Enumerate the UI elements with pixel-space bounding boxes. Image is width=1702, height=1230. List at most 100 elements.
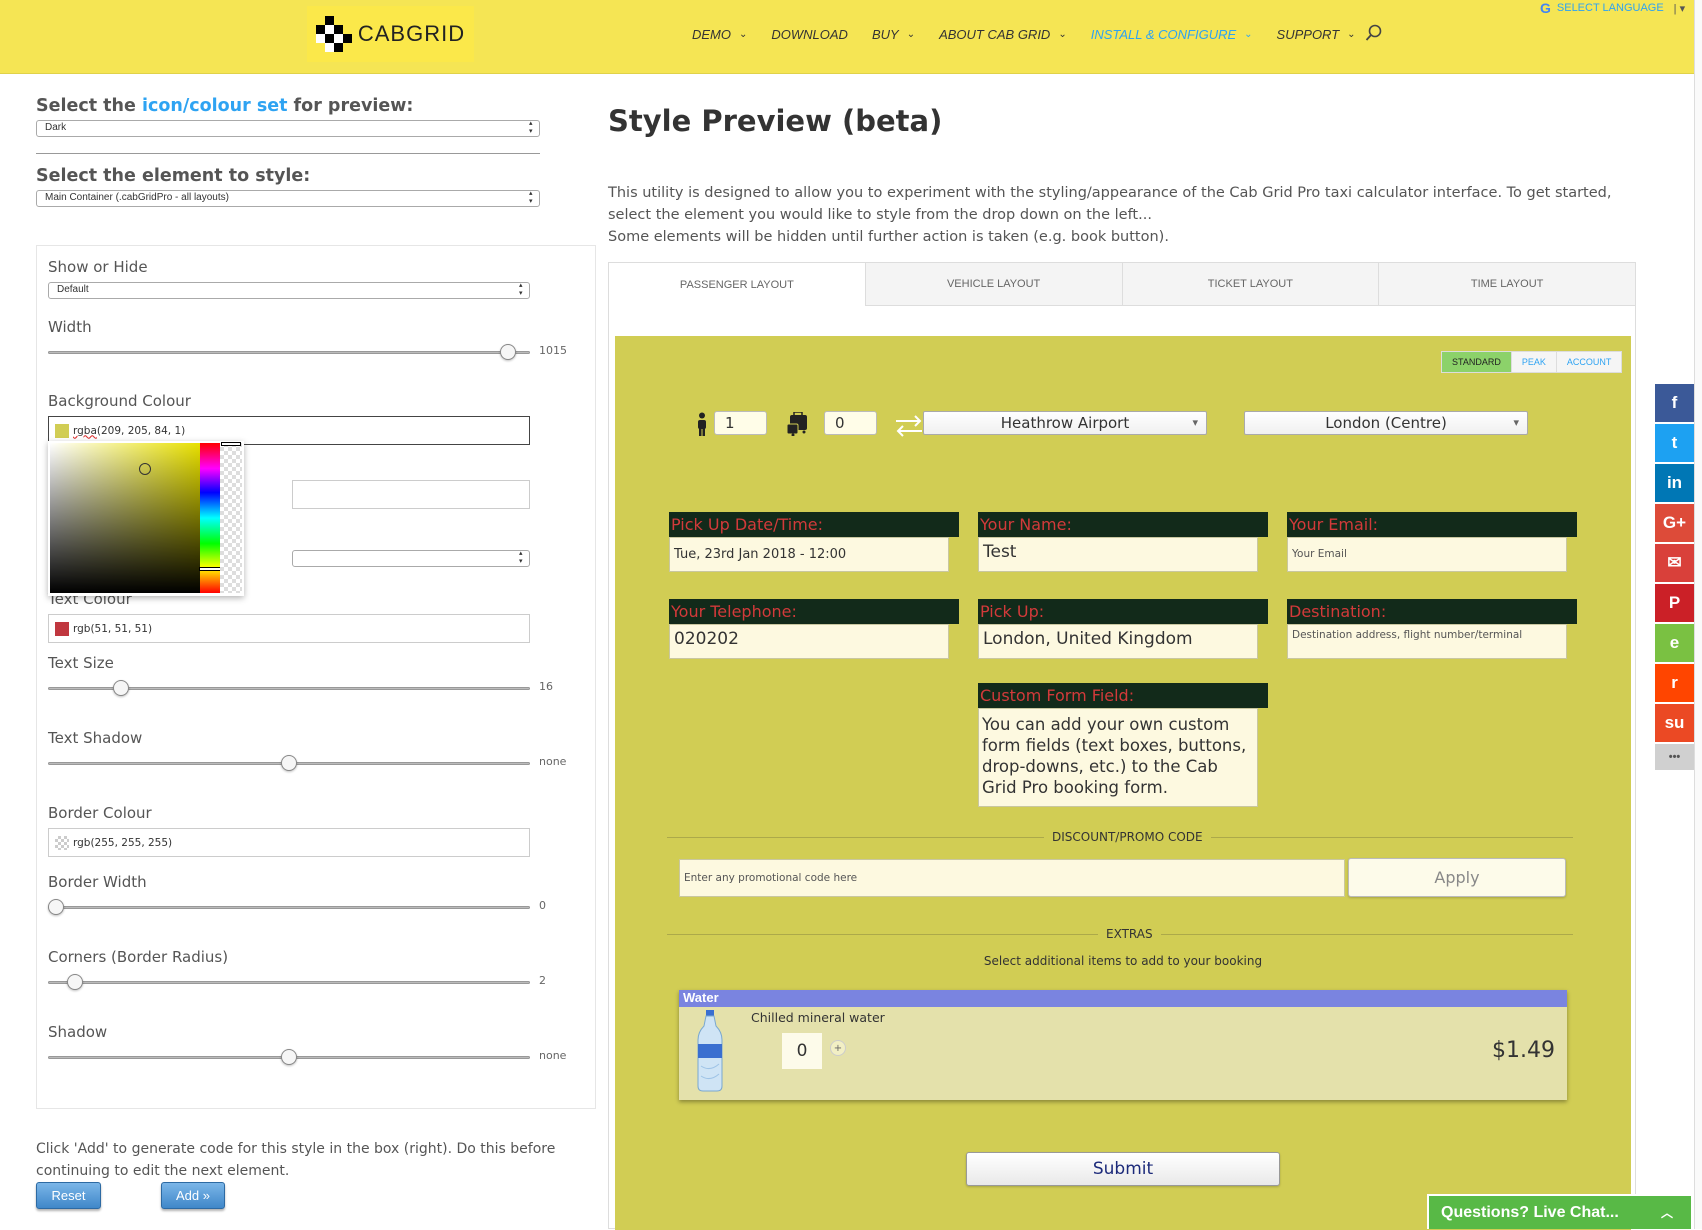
promo-code-input[interactable]: Enter any promotional code here [679,859,1345,897]
cabgrid-logo[interactable]: CABGRID [307,6,474,62]
tab-passenger-layout[interactable]: PASSENGER LAYOUT [609,263,865,306]
destination-location-select[interactable]: London (Centre) [1244,411,1528,435]
language-selector[interactable]: G SELECT LANGUAGE | ▾ [1540,0,1685,16]
nav-item-about-cab-grid[interactable]: ABOUT CAB GRID ⌄ [939,27,1067,42]
luggage-count-input[interactable]: 0 [824,411,877,435]
rate-tab-standard[interactable]: STANDARD [1442,352,1511,372]
email-input[interactable]: Your Email [1287,537,1567,572]
field-label: Shadow [48,1023,108,1041]
text-shadow-field: Text Shadow none [48,729,568,773]
show-hide-select[interactable]: Default [48,282,530,299]
text-size-slider[interactable]: 16 [48,678,553,698]
tab-time-layout[interactable]: TIME LAYOUT [1378,263,1635,306]
chevron-down-icon: ⌄ [739,28,748,40]
stumbleupon-icon[interactable]: su [1655,704,1694,742]
chevron-up-icon: ︿ [1660,1206,1673,1220]
field-label: Your Email: [1287,512,1577,537]
more-icon[interactable]: ••• [1655,744,1694,770]
extra-description: Chilled mineral water [751,1010,885,1025]
email-icon[interactable]: ✉ [1655,544,1694,582]
intro-line-1: This utility is designed to allow you to… [608,185,1612,223]
border-width-field: Border Width 0 [48,873,568,917]
google-plus-icon[interactable]: G+ [1655,504,1694,542]
hidden-colour-input[interactable] [292,480,530,509]
twitter-icon[interactable]: t [1655,424,1694,462]
extra-quantity-input[interactable]: 0 [782,1033,822,1069]
icon-set-heading: Select the icon/colour set for preview: [36,96,414,116]
slider-thumb[interactable] [48,899,64,915]
text-shadow-slider[interactable]: none [48,753,566,773]
width-slider[interactable]: 1015 [48,342,567,362]
page-scrollbar[interactable] [1694,0,1702,1229]
colour-value-prefix: rgba [73,424,97,437]
name-input[interactable]: Test [978,537,1258,572]
slider-value: 1015 [539,344,567,357]
passenger-count-input[interactable]: 1 [714,411,767,435]
live-chat-bar[interactable]: Questions? Live Chat... ︿ [1427,1194,1693,1229]
add-button[interactable]: Add » [161,1182,225,1209]
telephone-input[interactable]: 020202 [669,624,949,659]
slider-thumb[interactable] [281,1049,297,1065]
tab-vehicle-layout[interactable]: VEHICLE LAYOUT [864,263,1122,306]
apply-button[interactable]: Apply [1348,858,1566,897]
shadow-field: Shadow none [48,1023,568,1067]
search-icon[interactable] [1365,24,1383,42]
picker-cursor[interactable] [139,463,151,475]
field-label: Pick Up Date/Time: [669,512,959,537]
swap-direction-icon[interactable] [894,414,924,438]
slider-thumb[interactable] [281,755,297,771]
pickup-address-input[interactable]: London, United Kingdom [978,624,1258,659]
nav-item-install-configure[interactable]: INSTALL & CONFIGURE ⌄ [1091,27,1253,42]
reset-button[interactable]: Reset [36,1182,101,1209]
pickup-datetime-field: Pick Up Date/Time: Tue, 23rd Jan 2018 - … [669,512,959,572]
chevron-down-icon: ⌄ [906,28,916,40]
saturation-value-area[interactable] [50,443,200,593]
rate-tab-account[interactable]: ACCOUNT [1555,352,1622,372]
shadow-slider[interactable]: none [48,1047,566,1067]
field-label: Text Size [48,654,114,672]
chevron-down-icon: ⌄ [1244,28,1253,40]
icon-set-link[interactable]: icon/colour set [142,96,288,116]
nav-item-buy[interactable]: BUY ⌄ [872,27,915,42]
increment-button[interactable]: + [830,1040,846,1056]
colour-swatch [55,621,69,636]
nav-item-demo[interactable]: DEMO ⌄ [692,27,747,42]
alpha-slider[interactable] [220,443,242,593]
rate-tab-peak[interactable]: PEAK [1510,352,1556,372]
corners-field: Corners (Border Radius) 2 [48,948,568,992]
pickup-datetime-input[interactable]: Tue, 23rd Jan 2018 - 12:00 [669,537,949,572]
alpha-handle[interactable] [221,442,241,446]
facebook-icon[interactable]: f [1655,384,1694,422]
linkedin-icon[interactable]: in [1655,464,1694,502]
hidden-select[interactable] [292,550,530,567]
nav-item-support[interactable]: SUPPORT ⌄ [1277,27,1356,42]
field-label: Text Shadow [48,729,143,747]
text-colour-input[interactable]: rgb(51, 51, 51) [48,614,530,643]
pinterest-icon[interactable]: P [1655,584,1694,622]
chevron-down-icon: | ▾ [1673,2,1686,15]
field-label: Width [48,318,92,336]
border-colour-input[interactable]: rgb(255, 255, 255) [48,828,530,857]
colour-value: (209, 205, 84, 1) [96,424,186,437]
slider-thumb[interactable] [66,974,83,990]
hue-handle[interactable] [199,567,221,571]
submit-button[interactable]: Submit [966,1152,1280,1186]
pickup-location-select[interactable]: Heathrow Airport [923,411,1207,435]
colour-picker-popup [48,441,244,596]
tab-ticket-layout[interactable]: TICKET LAYOUT [1121,263,1379,306]
nav-item-download[interactable]: DOWNLOAD [771,27,848,42]
element-select[interactable]: Main Container (.cabGridPro - all layout… [36,190,540,207]
destination-input[interactable]: Destination address, flight number/termi… [1287,624,1567,659]
slider-thumb[interactable] [113,680,130,696]
nav-item-label: BUY [871,26,899,42]
icon-set-select[interactable]: Dark [36,120,540,137]
corners-slider[interactable]: 2 [48,972,546,992]
border-width-slider[interactable]: 0 [48,897,546,917]
colour-value: rgb(51, 51, 51) [73,622,153,635]
evernote-icon[interactable]: e [1655,624,1694,662]
slider-value: none [539,1049,567,1062]
reddit-icon[interactable]: r [1655,664,1694,702]
custom-field-textarea[interactable]: You can add your own custom form fields … [978,708,1258,807]
slider-thumb[interactable] [500,344,517,360]
border-colour-field: Border Colour rgb(255, 255, 255) [48,804,568,857]
